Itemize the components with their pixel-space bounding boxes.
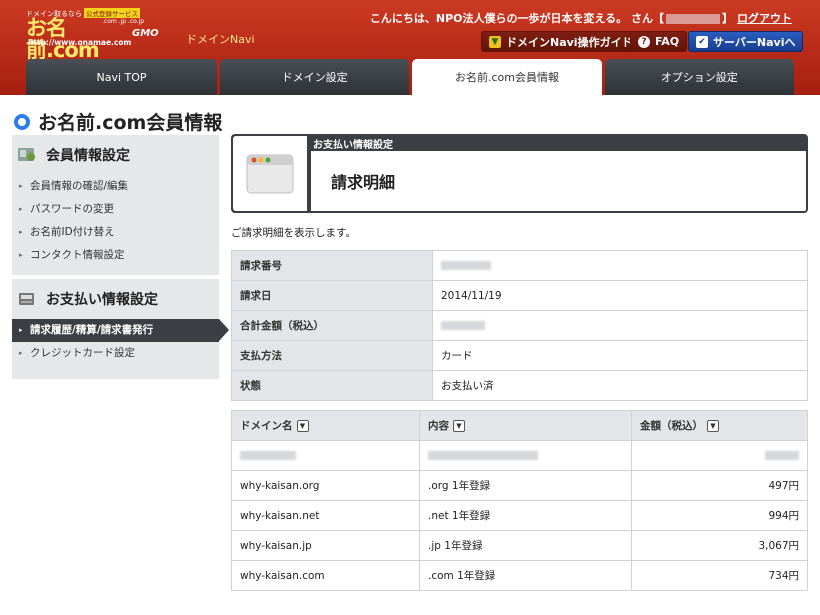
member-settings-section: 会員情報設定 会員情報の確認/編集 パスワードの変更 お名前ID付け替え コンタ… bbox=[12, 135, 219, 275]
sidebar-item-contact-settings[interactable]: コンタクト情報設定 bbox=[12, 244, 219, 267]
onamae-logo[interactable]: ドメイン取るなら 公式登録サービス お名前.com .com .jp .co.jp… bbox=[26, 8, 144, 61]
hero-title-box: 請求明細 bbox=[311, 151, 806, 211]
main-content: お支払い情報設定 請求明細 ご請求明細を表示します。 請求番号 請求日 2014… bbox=[231, 134, 808, 591]
sidebar-item-billing-history[interactable]: 請求履歴/精算/請求書発行 bbox=[12, 319, 229, 342]
sort-down-icon[interactable]: ▼ bbox=[707, 420, 719, 432]
redacted-value bbox=[441, 261, 491, 270]
invoice-number-value bbox=[432, 250, 808, 281]
main-tabs: Navi TOP ドメイン設定 お名前.com会員情報 オプション設定 bbox=[26, 59, 794, 95]
amount-cell: 3,067円 bbox=[631, 530, 808, 561]
sort-down-icon[interactable]: ▼ bbox=[453, 420, 465, 432]
tab-navi-top[interactable]: Navi TOP bbox=[26, 59, 217, 95]
server-navi-button[interactable]: ✔ サーバーNaviへ bbox=[688, 31, 804, 52]
gmo-logo: GMO bbox=[132, 28, 159, 39]
table-row: why-kaisan.com .com 1年登録 734円 bbox=[231, 560, 808, 591]
page-title: お名前.com会員情報 bbox=[14, 108, 222, 135]
table-row: 請求日 2014/11/19 bbox=[231, 280, 808, 311]
invoice-date-value: 2014/11/19 bbox=[432, 280, 808, 311]
greeting-text: こんにちは、NPO法人僕らの一歩が日本を変える。 さん bbox=[369, 12, 653, 25]
amount-cell bbox=[631, 440, 808, 471]
table-header-row: ドメイン名 ▼ 内容 ▼ 金額（税込） ▼ bbox=[231, 410, 808, 441]
billing-info-table: 請求番号 請求日 2014/11/19 合計金額（税込） 支払方法 カード 状態… bbox=[231, 250, 808, 401]
member-settings-list: 会員情報の確認/編集 パスワードの変更 お名前ID付け替え コンタクト情報設定 bbox=[12, 175, 219, 267]
content-cell: .org 1年登録 bbox=[419, 470, 632, 501]
question-icon: ? bbox=[638, 35, 650, 48]
circle-bullet-icon bbox=[14, 113, 30, 130]
member-card-icon bbox=[18, 148, 35, 161]
redacted-value bbox=[240, 451, 296, 460]
register-icon bbox=[19, 293, 34, 305]
invoice-date-label: 請求日 bbox=[231, 280, 433, 311]
domain-cell: why-kaisan.net bbox=[231, 500, 420, 531]
beginner-mark-icon: ▼ bbox=[489, 35, 501, 48]
content-cell bbox=[419, 440, 632, 471]
amount-column-header[interactable]: 金額（税込） ▼ bbox=[631, 410, 808, 441]
sidebar: 会員情報設定 会員情報の確認/編集 パスワードの変更 お名前ID付け替え コンタ… bbox=[12, 135, 229, 379]
table-row: why-kaisan.net .net 1年登録 994円 bbox=[231, 500, 808, 531]
tab-member-info[interactable]: お名前.com会員情報 bbox=[412, 59, 602, 95]
payment-method-value: カード bbox=[432, 340, 808, 371]
hero-subtitle: お支払い情報設定 bbox=[313, 140, 393, 151]
amount-cell: 497円 bbox=[631, 470, 808, 501]
tab-domain-settings[interactable]: ドメイン設定 bbox=[220, 59, 410, 95]
sidebar-item-password-change[interactable]: パスワードの変更 bbox=[12, 198, 219, 221]
status-label: 状態 bbox=[231, 370, 433, 401]
redacted-value bbox=[441, 321, 485, 330]
tab-option-settings[interactable]: オプション設定 bbox=[604, 59, 794, 95]
domain-cell: why-kaisan.com bbox=[231, 560, 420, 591]
domain-cell: why-kaisan.jp bbox=[231, 530, 420, 561]
payment-settings-list: 請求履歴/精算/請求書発行 クレジットカード設定 bbox=[12, 319, 229, 365]
navi-guide-button[interactable]: ▼ ドメインNavi操作ガイド bbox=[481, 31, 641, 52]
logo-tlds: .com .jp .co.jp bbox=[102, 18, 145, 25]
page-hero: お支払い情報設定 請求明細 bbox=[231, 134, 808, 213]
redacted-value bbox=[428, 451, 538, 460]
logo-url: http://www.onamae.com bbox=[28, 38, 132, 47]
table-row: 請求番号 bbox=[231, 250, 808, 281]
domain-charges-table: ドメイン名 ▼ 内容 ▼ 金額（税込） ▼ why-kaisan.org .org 1… bbox=[231, 410, 808, 591]
amount-cell: 994円 bbox=[631, 500, 808, 531]
sidebar-item-member-info-edit[interactable]: 会員情報の確認/編集 bbox=[12, 175, 219, 198]
hero-title: 請求明細 bbox=[331, 173, 396, 192]
content-cell: .jp 1年登録 bbox=[419, 530, 632, 561]
table-row: why-kaisan.org .org 1年登録 497円 bbox=[231, 470, 808, 501]
total-amount-label: 合計金額（税込） bbox=[231, 310, 433, 341]
domain-cell bbox=[231, 440, 420, 471]
domain-cell: why-kaisan.org bbox=[231, 470, 420, 501]
greeting: こんにちは、NPO法人僕らの一歩が日本を変える。 さん【】ログアウト bbox=[369, 12, 792, 25]
domain-navi-label: ドメインNavi bbox=[186, 33, 255, 46]
table-row bbox=[231, 440, 808, 471]
page-title-text: お名前.com会員情報 bbox=[38, 112, 223, 134]
content-cell: .net 1年登録 bbox=[419, 500, 632, 531]
amount-cell: 734円 bbox=[631, 560, 808, 591]
invoice-number-label: 請求番号 bbox=[231, 250, 433, 281]
sidebar-item-id-transfer[interactable]: お名前ID付け替え bbox=[12, 221, 219, 244]
site-header: ドメイン取るなら 公式登録サービス お名前.com .com .jp .co.jp… bbox=[0, 0, 820, 95]
total-amount-value bbox=[432, 310, 808, 341]
content-cell: .com 1年登録 bbox=[419, 560, 632, 591]
intro-text: ご請求明細を表示します。 bbox=[231, 227, 356, 239]
table-row: 状態 お支払い済 bbox=[231, 370, 808, 401]
member-settings-heading: 会員情報設定 bbox=[12, 135, 219, 175]
payment-settings-heading: お支払い情報設定 bbox=[12, 279, 219, 319]
payment-settings-section: お支払い情報設定 請求履歴/精算/請求書発行 クレジットカード設定 bbox=[12, 279, 229, 379]
redacted-value bbox=[765, 451, 799, 460]
logout-link[interactable]: ログアウト bbox=[737, 12, 792, 25]
sidebar-item-credit-card[interactable]: クレジットカード設定 bbox=[12, 342, 219, 365]
table-row: why-kaisan.jp .jp 1年登録 3,067円 bbox=[231, 530, 808, 561]
table-row: 合計金額（税込） bbox=[231, 310, 808, 341]
redacted-user-id bbox=[666, 14, 720, 24]
checkmark-icon: ✔ bbox=[696, 35, 708, 48]
faq-button[interactable]: ? FAQ bbox=[630, 31, 688, 52]
content-column-header[interactable]: 内容 ▼ bbox=[419, 410, 632, 441]
status-value: お支払い済 bbox=[432, 370, 808, 401]
window-icon bbox=[233, 136, 307, 211]
payment-method-label: 支払方法 bbox=[231, 340, 433, 371]
domain-column-header[interactable]: ドメイン名 ▼ bbox=[231, 410, 420, 441]
sort-down-icon[interactable]: ▼ bbox=[296, 420, 309, 432]
table-row: 支払方法 カード bbox=[231, 340, 808, 371]
